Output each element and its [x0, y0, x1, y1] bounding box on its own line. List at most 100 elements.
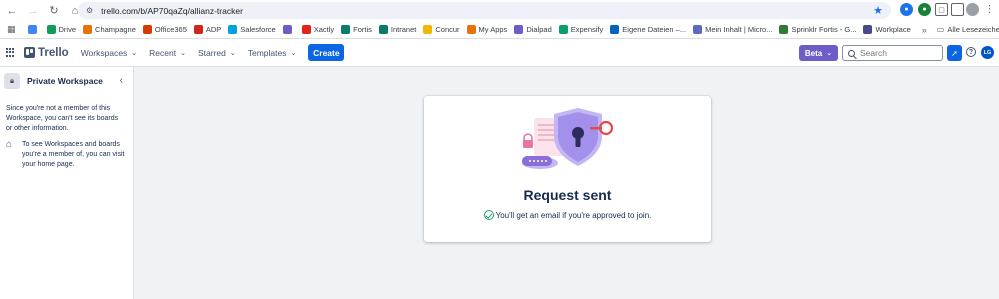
dialpad-icon [514, 25, 524, 34]
beta-label: Beta [804, 48, 823, 58]
approval-message: You'll get an email if you're approved t… [424, 210, 711, 220]
menu-workspaces[interactable]: Workspaces ⌄ [81, 48, 137, 58]
chevron-down-icon: ⌄ [131, 49, 138, 57]
fortis-icon [341, 25, 351, 34]
bookmark-label: My Apps [478, 25, 508, 34]
check-circle-icon [483, 210, 494, 220]
myapps-icon [466, 25, 476, 34]
search-icon [848, 49, 855, 57]
onedrive-icon [610, 25, 620, 34]
expensify-icon [558, 25, 568, 34]
sidebar: 🔒︎ Private Workspace ‹ Since you're not … [0, 67, 134, 299]
membership-notice: Since you're not a member of this Worksp… [6, 105, 119, 132]
bookmark-label: Intranet [390, 25, 417, 34]
bookmark-item[interactable]: ADP [193, 25, 222, 34]
sidepanel-icon[interactable] [951, 3, 964, 16]
help-icon[interactable]: ? [966, 47, 976, 57]
bookmark-label: ADP [205, 25, 222, 34]
home-hint-text: To see Workspaces and boards you're a me… [22, 141, 125, 168]
forward-icon[interactable]: → [24, 2, 42, 20]
more-bookmarks-icon[interactable]: » [922, 25, 927, 35]
app-switcher-icon[interactable] [6, 47, 16, 58]
extension-3-icon[interactable]: ▢ [935, 3, 948, 16]
office365-icon [142, 25, 152, 34]
rocket-icon[interactable]: ➚ [947, 45, 962, 61]
browser-toolbar: ← → ↻ ⌂ ⚙ trello.com/b/AP70qaZq/allianz-… [0, 0, 999, 21]
apps-grid-icon[interactable]: ▦ [7, 24, 16, 35]
profile-avatar[interactable] [966, 3, 979, 16]
trello-logo[interactable]: Trello [24, 47, 69, 59]
sprinklr-icon [779, 25, 789, 34]
bookmark-label: Xactly [313, 25, 335, 34]
menu-starred[interactable]: Starred ⌄ [198, 48, 236, 58]
approval-message-text: You'll get an email if you're approved t… [495, 210, 652, 220]
menu-starred-label: Starred [197, 47, 226, 58]
bookmark-label: Workplace [875, 25, 911, 34]
main-content: Request sent You'll get an email if you'… [134, 67, 999, 299]
all-bookmarks-link[interactable]: Alle Lesezeichen [947, 25, 999, 34]
bookmark-item[interactable]: Sprinklr Fortis - G... [779, 25, 856, 34]
avatar[interactable]: LG [981, 46, 994, 59]
bookmark-label: Concur [435, 25, 460, 34]
concur-icon [423, 25, 433, 34]
extension-2-icon[interactable]: ● [918, 3, 931, 16]
bookmark-item[interactable]: Mein Inhalt | Micro... [693, 25, 772, 34]
workspace-title: Private Workspace [27, 76, 103, 86]
bookmark-item[interactable]: Drive [46, 25, 77, 34]
security-shield-illustration [522, 108, 614, 169]
search-input[interactable] [860, 48, 940, 58]
bookmark-item[interactable]: Intranet [378, 25, 417, 34]
bookmark-label: Fortis [353, 25, 372, 34]
bookmark-item[interactable]: Dialpad [514, 25, 552, 34]
reload-icon[interactable]: ↻ [45, 2, 63, 20]
bookmark-item[interactable]: Eigene Dateien –... [610, 25, 686, 34]
bookmark-label: Champagne [95, 25, 136, 34]
beta-button[interactable]: Beta ⌄ [799, 45, 838, 61]
bookmark-star-icon[interactable]: ★ [873, 4, 883, 17]
microsoft-icon [693, 25, 703, 34]
app-icon [282, 25, 292, 34]
bookmark-label: Dialpad [526, 25, 552, 34]
bookmark-label: Salesforce [240, 25, 276, 34]
bookmark-item[interactable]: Champagne [83, 25, 136, 34]
bookmark-label: Drive [58, 25, 77, 34]
extension-1-icon[interactable]: ● [900, 3, 913, 16]
url-text: trello.com/b/AP70qaZq/allianz-tracker [101, 5, 243, 16]
bookmark-label: Eigene Dateien –... [622, 25, 687, 34]
back-icon[interactable]: ← [3, 2, 21, 20]
xactly-icon [301, 25, 311, 34]
drive-icon [46, 25, 56, 34]
bookmark-item[interactable]: Workplace [863, 25, 911, 34]
collapse-sidebar-icon[interactable]: ‹ [120, 75, 123, 86]
chevron-down-icon: ⌄ [180, 49, 186, 57]
menu-templates[interactable]: Templates ⌄ [248, 48, 297, 58]
address-bar[interactable]: ⚙ trello.com/b/AP70qaZq/allianz-tracker … [78, 2, 891, 19]
menu-recent-label: Recent [149, 47, 177, 58]
trello-header: Trello Workspaces ⌄ Recent ⌄ Starred ⌄ Temp… [0, 39, 999, 67]
request-sent-card: Request sent You'll get an email if you'… [424, 96, 711, 242]
site-settings-icon[interactable]: ⚙ [86, 6, 93, 15]
bookmark-item[interactable]: Concur [423, 25, 460, 34]
bookmark-item[interactable]: Office365 [142, 25, 187, 34]
chevron-down-icon: ⌄ [290, 49, 297, 57]
bookmark-label: Sprinklr Fortis - G... [791, 25, 857, 34]
bookmark-item[interactable]: Expensify [558, 25, 603, 34]
bookmark-item[interactable]: Xactly [301, 25, 335, 34]
search-box[interactable] [842, 45, 943, 61]
bookmarks-list: Drive Champagne Office365 ADP Salesforce Xact… [27, 25, 918, 34]
bookmark-item[interactable]: Salesforce [228, 25, 276, 34]
trello-logo-text: Trello [38, 46, 69, 59]
workspace-header: 🔒︎ Private Workspace [0, 67, 133, 95]
chevron-down-icon: ⌄ [229, 49, 236, 57]
bookmark-item[interactable] [27, 25, 40, 34]
create-button[interactable]: Create [308, 44, 345, 61]
bookmark-item[interactable]: My Apps [466, 25, 508, 34]
google-icon [27, 25, 37, 34]
browser-menu-icon[interactable]: ⋮ [983, 3, 996, 16]
menu-recent[interactable]: Recent ⌄ [149, 48, 186, 58]
bookmark-label: Office365 [154, 25, 187, 34]
home-hint: ⌂ To see Workspaces and boards you're a … [6, 139, 130, 170]
lock-icon: 🔒︎ [4, 73, 20, 89]
bookmark-item[interactable] [282, 25, 295, 34]
bookmark-item[interactable]: Fortis [341, 25, 372, 34]
